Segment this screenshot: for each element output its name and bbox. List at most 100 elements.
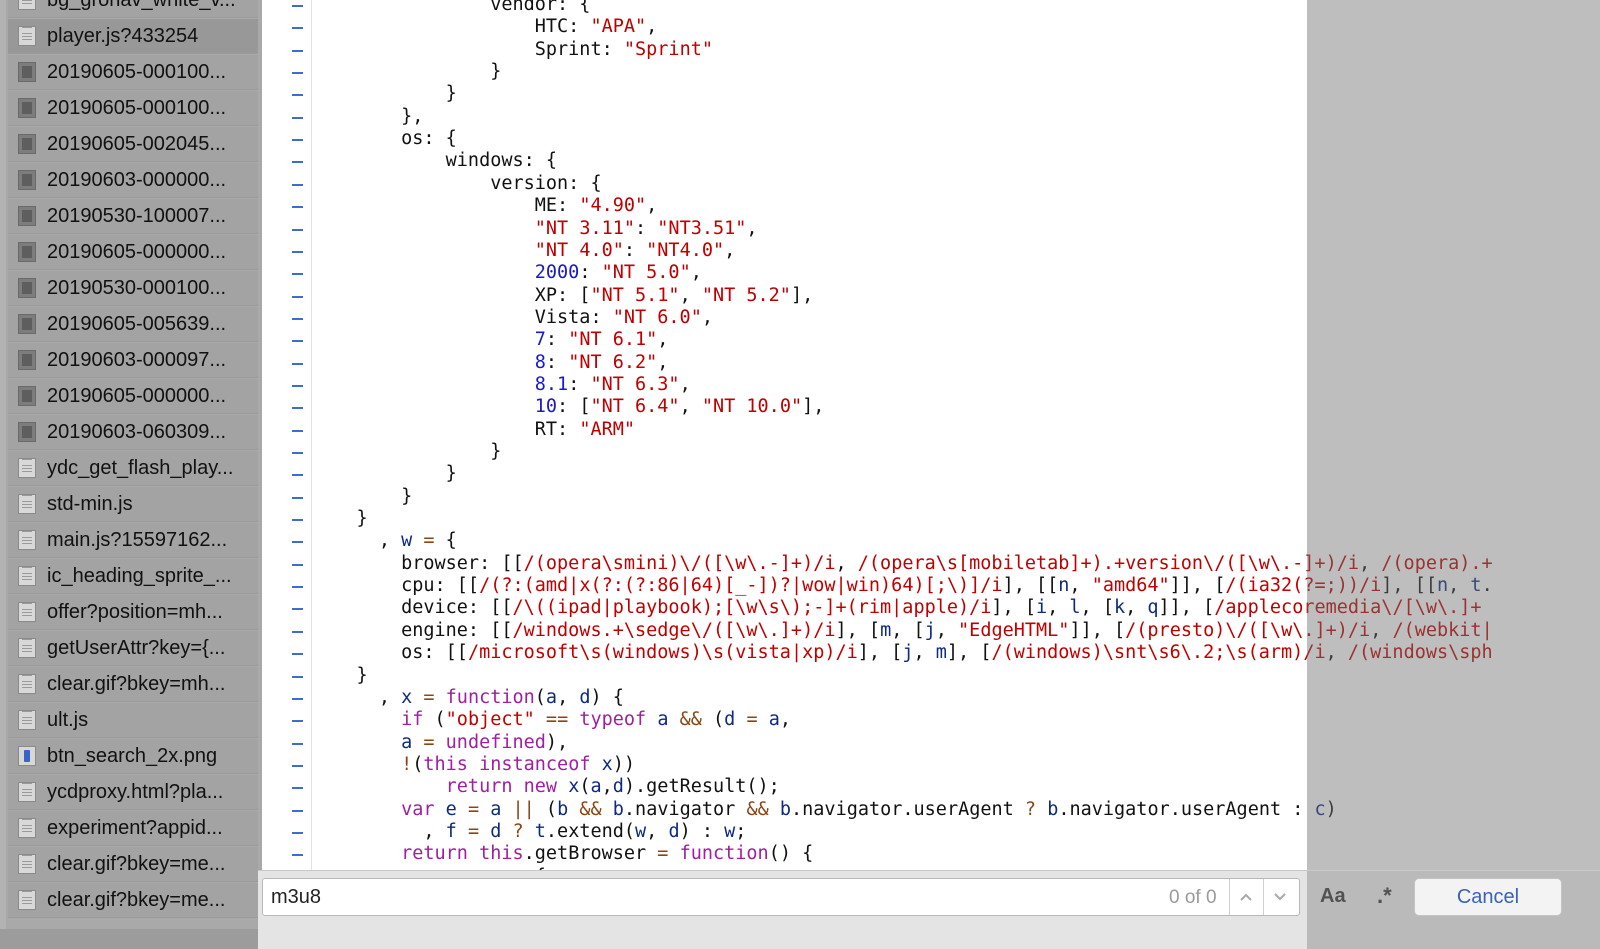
file-list-item[interactable]: offer?position=mh... [8, 595, 258, 630]
file-list-item[interactable]: 20190605-005639... [8, 307, 258, 342]
code-line: return this.getBrowser = function() { [401, 843, 814, 865]
doc-icon [18, 710, 36, 730]
gutter-marker [292, 206, 303, 209]
file-list-item[interactable]: 20190603-000000... [8, 163, 258, 198]
find-bar: 0 of 0 Aa .* Cancel [258, 870, 1600, 949]
image-icon [18, 422, 36, 442]
gutter-marker [292, 139, 303, 142]
code-line: version: { [312, 172, 602, 194]
cancel-button[interactable]: Cancel [1414, 878, 1562, 916]
gutter-marker [292, 228, 303, 231]
file-list-item[interactable]: 20190603-060309... [8, 415, 258, 450]
gutter-marker [292, 49, 303, 52]
gutter-marker [292, 675, 303, 678]
doc-icon [18, 458, 36, 478]
doc-icon [18, 854, 36, 874]
file-list-item[interactable]: 20190605-000000... [8, 379, 258, 414]
search-input[interactable] [271, 885, 1151, 909]
file-list-item[interactable]: clear.gif?bkey=me... [8, 847, 258, 882]
code-line: os: { [312, 128, 457, 150]
gutter-marker [292, 94, 303, 97]
gutter-marker [292, 608, 303, 611]
code-line: XP: ["NT 5.1", "NT 5.2"], [312, 284, 814, 306]
gutter-marker [292, 563, 303, 566]
file-name: 20190605-002045... [47, 132, 227, 155]
image-icon [18, 98, 36, 118]
gutter-marker [292, 72, 303, 75]
gutter-marker [292, 317, 303, 320]
gutter-marker [292, 273, 303, 276]
file-list-item[interactable]: 20190530-100007... [8, 199, 258, 234]
file-list-item[interactable]: getUserAttr?key={... [8, 631, 258, 666]
file-list-item[interactable]: 20190605-000100... [8, 91, 258, 126]
code-line: } [312, 61, 502, 83]
file-name: 20190605-000000... [47, 384, 227, 407]
gutter-marker [292, 809, 303, 812]
code-line: Sprint: "Sprint" [312, 38, 713, 60]
file-name: experiment?appid... [47, 816, 223, 839]
gutter-marker [292, 653, 303, 656]
file-list-item[interactable]: std-min.js [8, 487, 258, 522]
gutter-marker [292, 742, 303, 745]
file-list-item[interactable]: ult.js [8, 703, 258, 738]
source-code-panel[interactable]: vendor: { HTC: "APA", Sprint: "Sprint" }… [262, 0, 1600, 870]
file-name: 20190530-000100... [47, 276, 227, 299]
file-list-item[interactable]: 20190530-000100... [8, 271, 258, 306]
file-list-item[interactable]: ic_heading_sprite_... [8, 559, 258, 594]
file-list-item[interactable]: clear.gif?bkey=mh... [8, 667, 258, 702]
code-line: 8: "NT 6.2", [534, 351, 669, 373]
file-name: ult.js [47, 708, 89, 731]
file-list-item[interactable]: 20190603-000097... [8, 343, 258, 378]
file-list-item[interactable]: 20190605-002045... [8, 127, 258, 162]
code-line: }, [312, 105, 424, 127]
file-list-item[interactable]: player.js?433254 [8, 19, 258, 54]
file-list-item[interactable]: clear.gif?bkey=me... [8, 883, 258, 918]
file-list-item[interactable]: bg_gronav_white_v... [8, 0, 258, 18]
gutter-marker [292, 429, 303, 432]
code-line: !(this instanceof x)) [401, 753, 636, 775]
gutter-marker [292, 519, 303, 522]
chevron-down-icon [1274, 893, 1286, 901]
next-match-button[interactable] [1263, 879, 1296, 915]
sidebar-edge [0, 0, 6, 949]
code-line: 7: "NT 6.1", [534, 329, 669, 351]
gutter-marker [292, 27, 303, 30]
file-list-item[interactable]: ydc_get_flash_play... [8, 451, 258, 486]
file-name: player.js?433254 [47, 24, 199, 47]
file-list-item[interactable]: 20190605-000100... [8, 55, 258, 90]
gutter-marker [292, 340, 303, 343]
file-name: 20190605-000100... [47, 60, 227, 83]
gutter-marker [292, 474, 303, 477]
doc-icon [18, 26, 36, 46]
blue-image-icon [18, 746, 36, 766]
gutter-marker [292, 250, 303, 253]
file-name: ydc_get_flash_play... [47, 456, 234, 479]
code-line: cpu: [[/(?:(amd|x(?:(?:86|64)[_-])?|wow|… [312, 575, 1493, 597]
code-line: a = undefined), [401, 731, 569, 753]
doc-icon [18, 638, 36, 658]
code-line: } [312, 664, 368, 686]
previous-match-button[interactable] [1229, 879, 1262, 915]
file-list-item[interactable]: main.js?15597162... [8, 523, 258, 558]
code-line: RT: "ARM" [312, 418, 636, 440]
code-line: , x = function(a, d) { [312, 686, 624, 708]
file-list-item[interactable]: 20190605-000000... [8, 235, 258, 270]
code-line: Vista: "NT 6.0", [312, 306, 713, 328]
file-name: clear.gif?bkey=mh... [47, 672, 226, 695]
file-name: ycdproxy.html?pla... [47, 780, 224, 803]
code-line: "NT 3.11": "NT3.51", [534, 217, 758, 239]
file-name: 20190605-000100... [47, 96, 227, 119]
gutter-marker [292, 630, 303, 633]
doc-icon [18, 602, 36, 622]
search-box[interactable]: 0 of 0 [262, 878, 1300, 916]
file-list-item[interactable]: btn_search_2x.png [8, 739, 258, 774]
gutter-marker [292, 496, 303, 499]
doc-icon [18, 818, 36, 838]
code-line: windows: { [312, 150, 558, 172]
file-list-item[interactable]: experiment?appid... [8, 811, 258, 846]
file-name: 20190603-000097... [47, 348, 227, 371]
file-list-item[interactable]: ycdproxy.html?pla... [8, 775, 258, 810]
code-line: } [312, 83, 457, 105]
gutter-marker [292, 452, 303, 454]
code-content[interactable]: vendor: { HTC: "APA", Sprint: "Sprint" }… [312, 0, 1600, 870]
